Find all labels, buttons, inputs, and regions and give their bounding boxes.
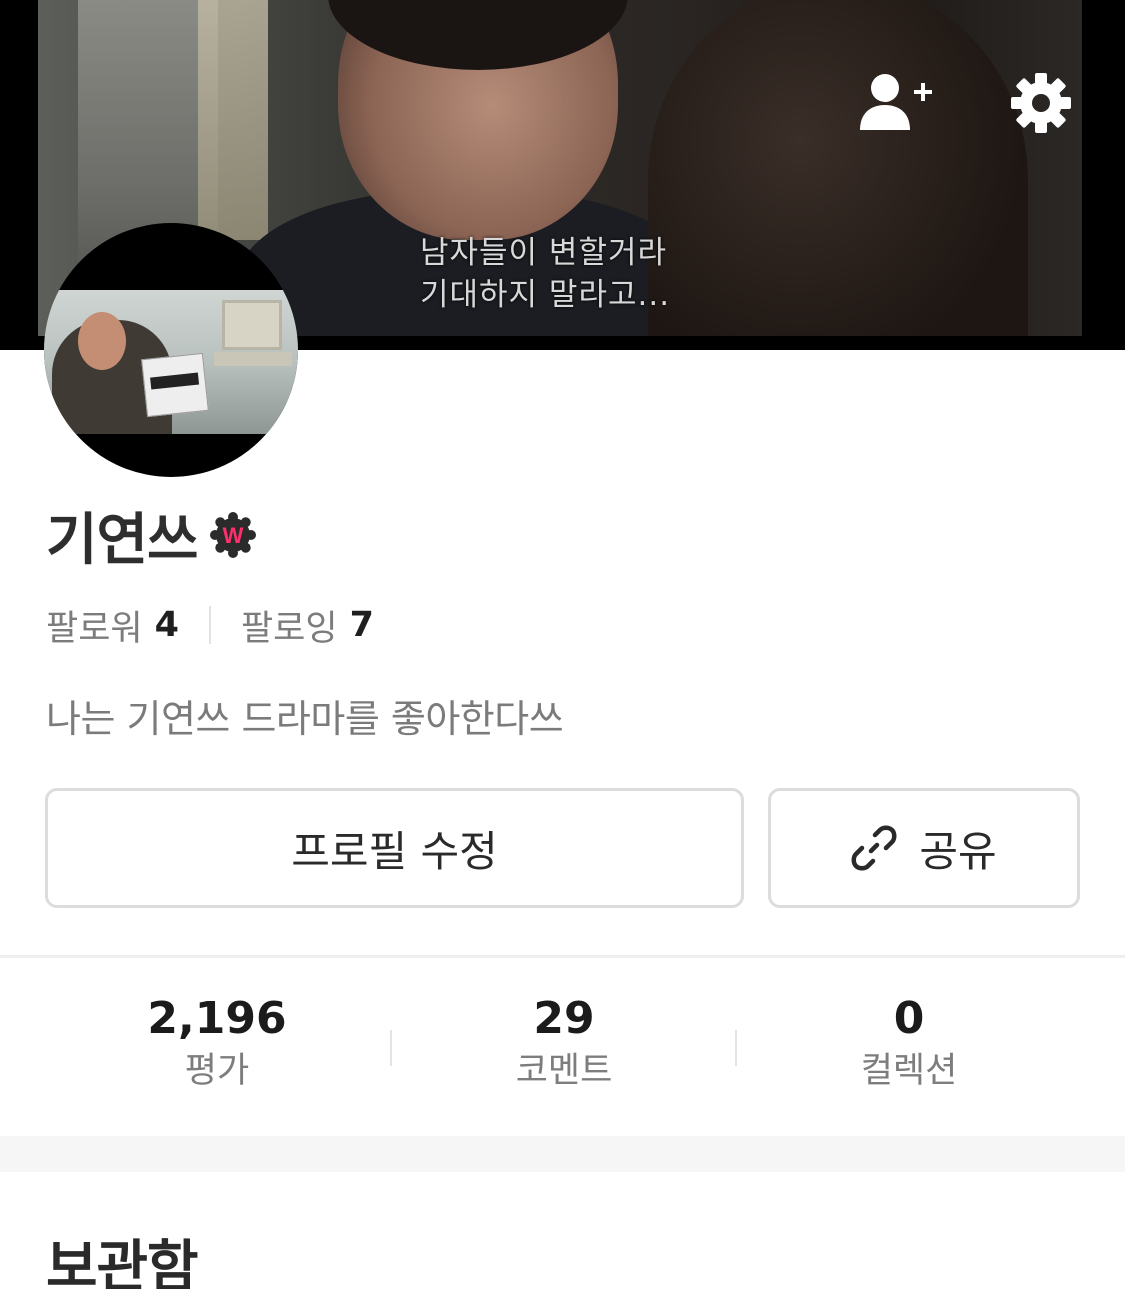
avatar[interactable] xyxy=(44,223,298,477)
share-button[interactable]: 공유 xyxy=(768,788,1080,908)
followers-link[interactable]: 팔로워 4 xyxy=(46,600,179,651)
cover-subtitle-line1: 남자들이 변할거라 xyxy=(420,235,668,271)
profile-name: 기연쓰 xyxy=(46,507,199,573)
stat-divider xyxy=(735,1030,737,1066)
activity-stats: 2,196 평가 29 코멘트 0 컬렉션 xyxy=(0,990,1125,1100)
storage-section-title: 보관함 xyxy=(46,1235,199,1289)
stat-collections-value: 0 xyxy=(893,993,925,1044)
stat-divider xyxy=(390,1030,392,1066)
avatar-photo xyxy=(44,290,298,434)
badge-letter: W xyxy=(222,523,243,548)
add-user-icon[interactable] xyxy=(858,72,936,134)
following-link[interactable]: 팔로잉 7 xyxy=(241,600,374,651)
followers-label: 팔로워 xyxy=(46,608,143,649)
cover-subtitle-line2: 기대하지 말라고... xyxy=(420,277,671,313)
profile-page: 남자들이 변할거라 기대하지 말라고... 기연쓰 W 팔로워 4 팔로잉 7 … xyxy=(0,0,1125,1289)
edit-profile-label: 프로필 수정 xyxy=(291,826,498,876)
stat-ratings-label: 평가 xyxy=(184,1051,250,1091)
badge-icon: W xyxy=(209,512,256,558)
follow-stats: 팔로워 4 팔로잉 7 xyxy=(46,600,374,651)
share-label: 공유 xyxy=(919,826,997,876)
section-separator xyxy=(0,1136,1125,1172)
stat-comments-label: 코멘트 xyxy=(515,1051,613,1091)
divider xyxy=(0,955,1125,958)
following-label: 팔로잉 xyxy=(240,608,338,649)
gear-icon[interactable] xyxy=(1010,72,1072,134)
stat-collections-label: 컬렉션 xyxy=(860,1051,958,1091)
profile-name-row: 기연쓰 W xyxy=(46,500,256,573)
cover-subtitle: 남자들이 변할거라 기대하지 말라고... xyxy=(420,232,670,316)
stat-ratings[interactable]: 2,196 평가 xyxy=(67,990,367,1094)
stat-ratings-value: 2,196 xyxy=(147,993,287,1044)
stat-comments-value: 29 xyxy=(533,993,595,1044)
followers-count: 4 xyxy=(154,605,179,645)
link-icon xyxy=(851,825,897,871)
follow-divider xyxy=(208,606,211,644)
following-count: 7 xyxy=(349,605,374,645)
stat-comments[interactable]: 29 코멘트 xyxy=(414,990,714,1094)
stat-collections[interactable]: 0 컬렉션 xyxy=(759,990,1059,1094)
profile-bio: 나는 기연쓰 드라마를 좋아한다쓰 xyxy=(46,697,564,741)
edit-profile-button[interactable]: 프로필 수정 xyxy=(45,788,744,908)
